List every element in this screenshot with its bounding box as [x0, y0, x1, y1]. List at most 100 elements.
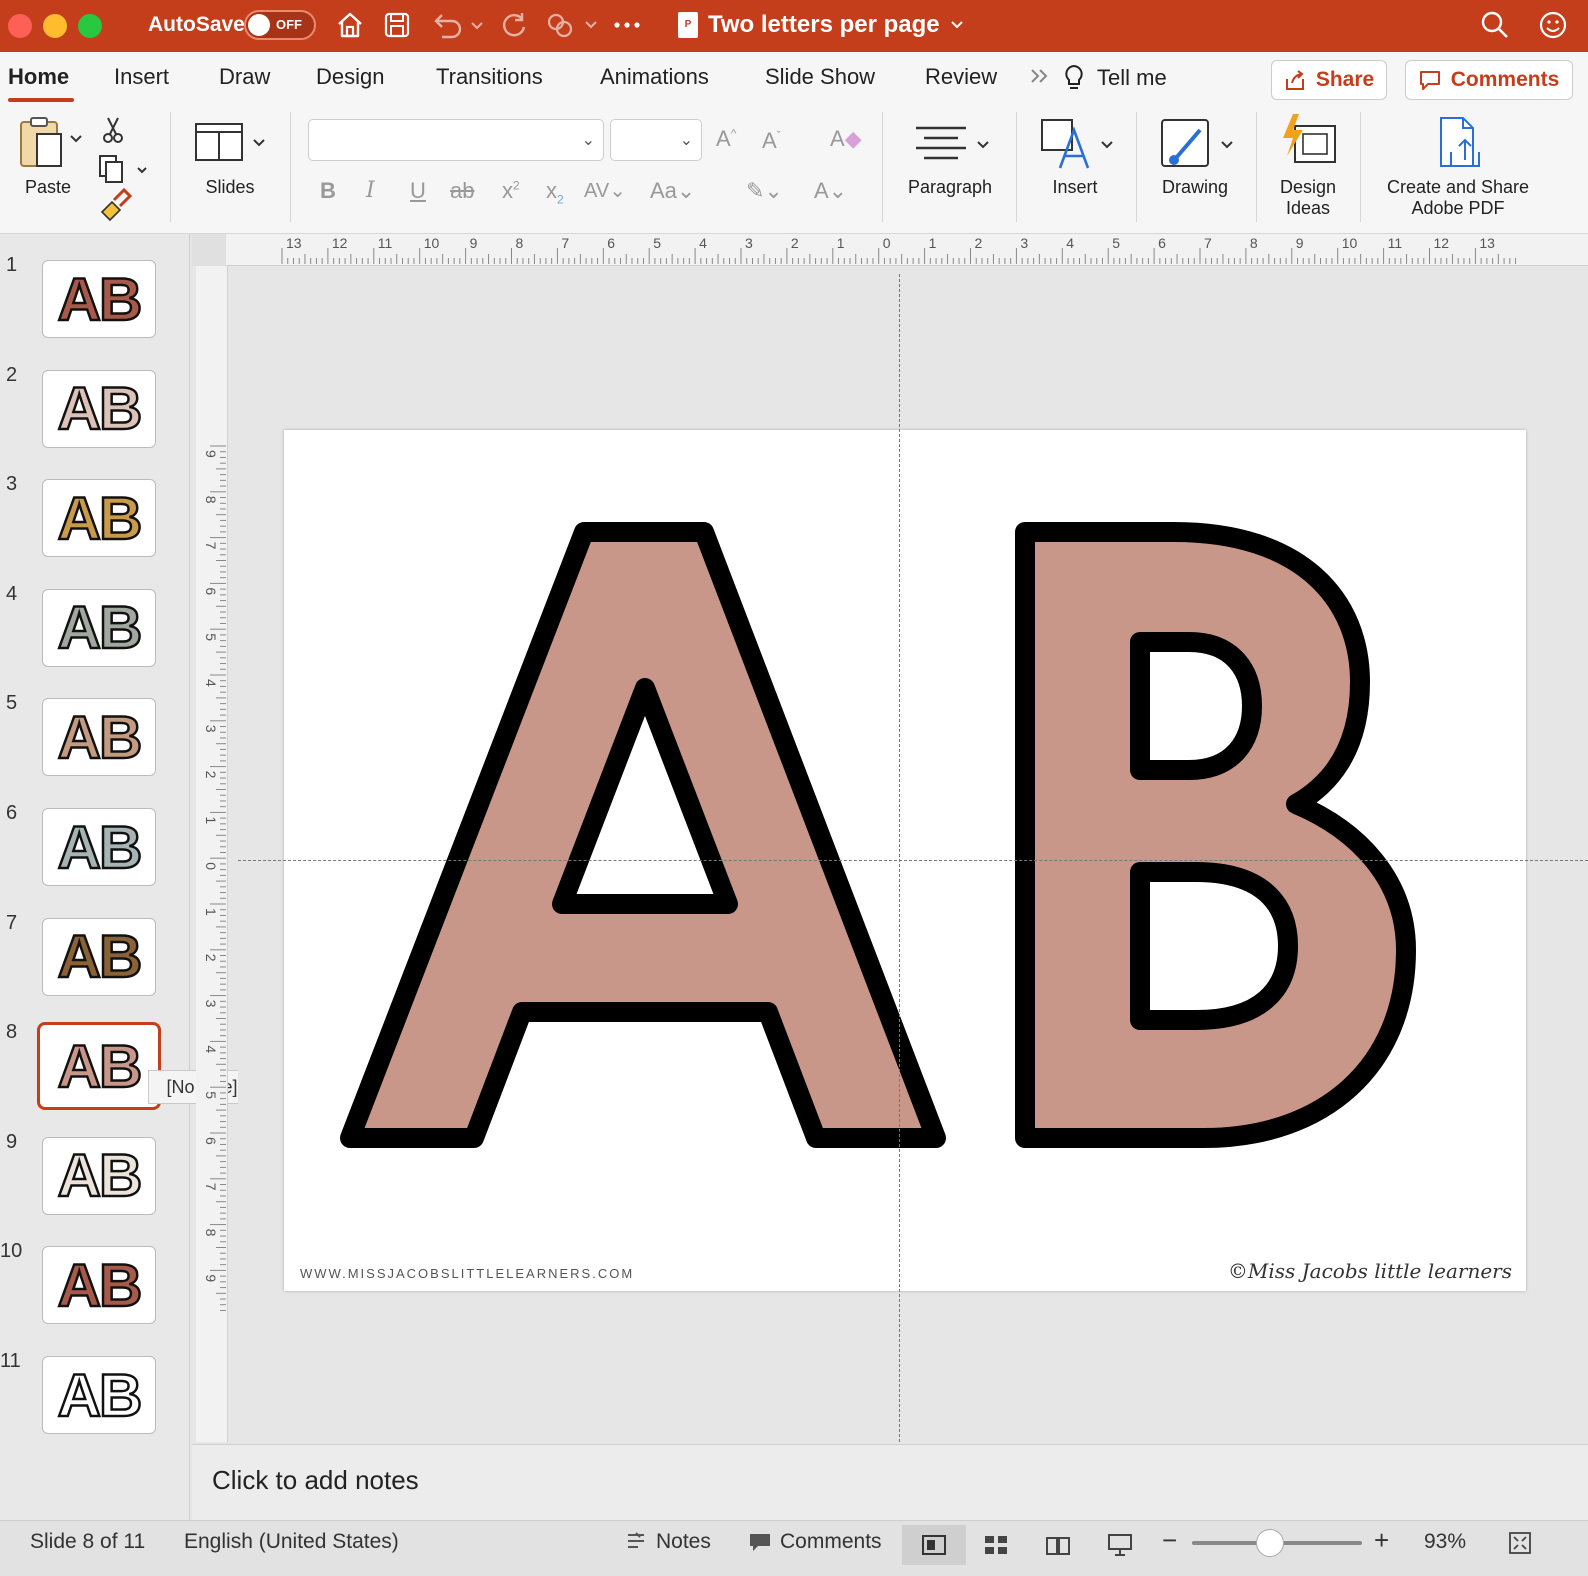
character-spacing-icon[interactable]: AV⌄ [584, 178, 626, 203]
search-icon[interactable] [1478, 8, 1512, 42]
document-title[interactable]: P Two letters per page [678, 11, 964, 39]
cut-scissors-icon[interactable] [103, 117, 123, 143]
slide-thumbnail-image[interactable]: AB [42, 588, 156, 667]
slide-thumbnail-2[interactable]: 2 AB [0, 364, 190, 474]
slide-sorter-view-button[interactable] [964, 1525, 1028, 1565]
slide-thumbnail-image[interactable]: AB [42, 1246, 156, 1325]
decrease-font-size-icon[interactable]: Aˇ [762, 128, 781, 154]
letter-a-shape[interactable] [340, 522, 946, 1148]
italic-icon[interactable]: I [366, 178, 375, 203]
more-tabs-chevron-icon[interactable] [1030, 64, 1050, 90]
highlight-pen-icon[interactable]: ✎⌄ [746, 178, 783, 204]
subscript-icon[interactable]: x2 [546, 178, 564, 206]
normal-view-button[interactable] [902, 1525, 966, 1565]
design-ideas-lightning-icon [1283, 114, 1336, 163]
ruler-label: 10 [1342, 235, 1358, 251]
close-window-button[interactable] [8, 14, 32, 38]
vertical-guide[interactable] [899, 274, 900, 1442]
paste-button[interactable]: Paste [10, 112, 86, 198]
reading-view-button[interactable] [1026, 1525, 1090, 1565]
slide-thumbnail-image[interactable]: AB [42, 1356, 156, 1434]
horizontal-guide[interactable] [238, 860, 1588, 861]
slide-thumbnail-image[interactable]: AB [42, 260, 156, 338]
slide-thumbnail-number: 1 [6, 254, 18, 276]
drawing-button[interactable]: Drawing [1150, 112, 1240, 198]
slide-thumbnail-1[interactable]: 1 AB [0, 254, 190, 364]
slide-thumbnail-image[interactable]: AB [42, 369, 156, 448]
tab-animations[interactable]: Animations [600, 64, 709, 90]
zoom-in-icon[interactable]: + [1374, 1525, 1389, 1556]
tab-transitions[interactable]: Transitions [436, 64, 543, 90]
letter-b-shape[interactable] [1015, 522, 1416, 1148]
horizontal-ruler[interactable]: 13 12 11 10 9 8 7 6 5 4 3 2 1 0 1 2 3 4 5 6 7 8 9 10 11 12 13 [226, 234, 1588, 266]
ruler-label: 1 [929, 235, 937, 251]
slide-thumbnail-9[interactable]: 9 AB [0, 1131, 190, 1241]
minimize-window-button[interactable] [43, 14, 67, 38]
ruler-label: 8 [516, 235, 524, 251]
notes-pane[interactable]: Click to add notes [192, 1444, 1588, 1520]
superscript-icon[interactable]: x2 [502, 178, 520, 204]
tab-home[interactable]: Home [8, 64, 69, 90]
ruler-label: 9 [203, 450, 219, 458]
slide-thumbnail-image[interactable]: AB [37, 1022, 161, 1111]
underline-icon[interactable]: U [410, 178, 426, 204]
comments-button[interactable]: Comments [1405, 60, 1573, 100]
font-color-icon[interactable]: A⌄ [814, 178, 847, 204]
format-painter-brush-icon[interactable] [100, 187, 133, 222]
slide-thumbnail-7[interactable]: 7 AB [0, 912, 190, 1022]
tab-draw[interactable]: Draw [219, 64, 270, 90]
save-icon[interactable] [380, 8, 414, 42]
adobe-pdf-label-line1: Create and Share [1386, 177, 1530, 197]
slide-thumbnail-panel[interactable]: 1 AB 2 AB 3 AB 4 AB 5 AB 6 AB 7 AB 8 AB 9 AB 10 AB 11 AB [0, 234, 190, 1540]
slide-thumbnail-4[interactable]: 4 AB [0, 583, 190, 693]
slide-thumbnail-11[interactable]: 11 AB [0, 1350, 190, 1460]
home-icon[interactable] [333, 8, 367, 42]
tab-design[interactable]: Design [316, 64, 384, 90]
slide-thumbnail-6[interactable]: 6 AB [0, 802, 190, 912]
redo-icon[interactable] [496, 8, 530, 42]
slide-thumbnail-image[interactable]: AB [42, 479, 156, 558]
slide-thumbnail-10[interactable]: 10 AB [0, 1240, 190, 1350]
language-indicator[interactable]: English (United States) [184, 1530, 399, 1554]
change-case-icon[interactable]: Aa⌄ [650, 178, 695, 204]
slide-thumbnail-3[interactable]: 3 AB [0, 473, 190, 583]
clear-formatting-icon[interactable]: A◆ [830, 126, 862, 152]
copy-icon[interactable] [99, 155, 147, 183]
ruler-label: 7 [1204, 235, 1212, 251]
feedback-smiley-icon[interactable] [1536, 8, 1570, 42]
tab-slide-show[interactable]: Slide Show [765, 64, 875, 90]
paragraph-button[interactable]: Paragraph [898, 112, 1002, 198]
slide-thumbnail-image[interactable]: AB [42, 698, 156, 777]
autosave-toggle[interactable]: OFF [244, 10, 316, 40]
zoom-slider-handle[interactable] [1256, 1529, 1284, 1557]
slide-thumbnail-image[interactable]: AB [42, 917, 156, 996]
notes-toggle-button[interactable]: Notes [624, 1530, 711, 1554]
bold-icon[interactable]: B [320, 178, 336, 204]
vertical-ruler[interactable]: 9 8 7 6 5 4 3 2 1 0 1 2 3 4 5 6 7 8 9 [196, 266, 228, 1442]
create-share-adobe-pdf-button[interactable]: Create and Share Adobe PDF [1372, 112, 1544, 219]
adobe-pdf-label: Create and Share Adobe PDF [1372, 177, 1544, 219]
zoom-level[interactable]: 93% [1424, 1530, 1466, 1554]
font-name-select[interactable]: ⌄ [308, 119, 604, 161]
zoom-window-button[interactable] [78, 14, 102, 38]
tab-review[interactable]: Review [925, 64, 997, 90]
design-ideas-button[interactable]: Design Ideas [1268, 112, 1348, 219]
tab-insert[interactable]: Insert [114, 64, 169, 90]
slides-button[interactable]: Slides [190, 112, 270, 198]
font-size-select[interactable]: ⌄ [610, 119, 702, 161]
slide-thumbnail-5[interactable]: 5 AB [0, 692, 190, 802]
increase-font-size-icon[interactable]: A^ [716, 126, 736, 152]
comments-toggle-button[interactable]: Comments [748, 1530, 882, 1554]
slide-thumbnail-image[interactable]: AB [42, 1136, 156, 1215]
insert-button[interactable]: Insert [1030, 112, 1120, 198]
tell-me-search[interactable]: Tell me [1063, 64, 1167, 92]
slide-thumbnail-image[interactable]: AB [42, 808, 156, 886]
undo-icon[interactable] [428, 8, 488, 42]
zoom-out-icon[interactable]: − [1162, 1525, 1177, 1556]
share-button[interactable]: Share [1271, 60, 1387, 100]
fit-to-window-button[interactable] [1508, 1531, 1532, 1561]
strikethrough-icon[interactable]: ab [450, 178, 474, 204]
more-icon[interactable] [612, 8, 642, 42]
slide-show-view-button[interactable] [1088, 1525, 1152, 1565]
format-painter-icon[interactable] [542, 8, 602, 42]
